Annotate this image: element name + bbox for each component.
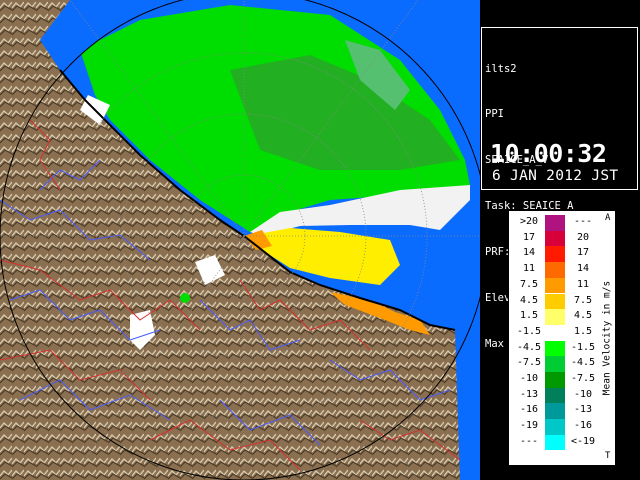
scan-date: 6 JAN 2012 JST bbox=[492, 168, 619, 184]
legend-color-swatch bbox=[545, 387, 565, 404]
legend-upper-bound: 11 bbox=[576, 278, 590, 290]
legend-corner-top: A bbox=[605, 213, 611, 223]
legend-upper-bound: -16 bbox=[573, 420, 593, 432]
radar-ppi-map bbox=[0, 0, 480, 480]
legend-lower-bound: -1.5 bbox=[516, 325, 542, 337]
legend-color-swatch bbox=[545, 340, 565, 357]
legend-upper-bound: 4.5 bbox=[573, 310, 593, 322]
legend-lower-bound: 17 bbox=[522, 231, 536, 243]
radar-display: ilts2 PPI SEAICE_A_V Task: SEAICE_A PRF:… bbox=[0, 0, 640, 480]
legend-color-swatch bbox=[545, 372, 565, 388]
legend-color-swatch bbox=[545, 215, 565, 231]
legend-lower-bound: -19 bbox=[519, 420, 539, 432]
scan-mode: PPI bbox=[485, 108, 504, 121]
legend-color-swatch bbox=[545, 403, 565, 419]
legend-upper-bound: -7.5 bbox=[570, 373, 596, 384]
legend-color-swatch bbox=[545, 356, 565, 372]
legend-upper-bound: -4.5 bbox=[570, 357, 596, 369]
legend-color-swatch bbox=[545, 277, 565, 294]
legend-upper-bound: 7.5 bbox=[573, 294, 593, 306]
legend-upper-bound: 17 bbox=[576, 247, 590, 259]
legend-lower-bound: -13 bbox=[519, 388, 539, 400]
legend-lower-bound: 7.5 bbox=[519, 278, 539, 290]
legend-color-swatch bbox=[545, 246, 565, 262]
legend-color-swatch bbox=[545, 293, 565, 309]
legend-upper-bound: -13 bbox=[573, 404, 593, 416]
legend-color-swatch bbox=[545, 309, 565, 325]
legend-upper-bound: <-19 bbox=[570, 435, 596, 447]
legend-title: Mean Velocity in m/s bbox=[601, 280, 613, 396]
legend-lower-bound: -10 bbox=[519, 373, 539, 384]
legend-upper-bound: 20 bbox=[576, 231, 590, 243]
legend-lower-bound: 1.5 bbox=[519, 310, 539, 322]
legend-upper-bound: -10 bbox=[573, 388, 593, 400]
legend-lower-bound: -16 bbox=[519, 404, 539, 416]
legend-color-swatch bbox=[545, 324, 565, 341]
legend-lower-bound: --- bbox=[519, 435, 539, 447]
legend-lower-bound: 4.5 bbox=[519, 294, 539, 306]
legend-upper-bound: 14 bbox=[576, 263, 590, 275]
legend-upper-bound: --- bbox=[573, 216, 593, 227]
legend-lower-bound: >20 bbox=[519, 216, 539, 227]
legend-color-swatch bbox=[545, 419, 565, 435]
radar-info-panel: ilts2 PPI SEAICE_A_V Task: SEAICE_A PRF:… bbox=[481, 27, 638, 350]
legend-corner-bottom: T bbox=[605, 451, 611, 461]
legend-lower-bound: 11 bbox=[522, 263, 536, 275]
station-name: ilts2 bbox=[485, 62, 517, 75]
legend-lower-bound: -4.5 bbox=[516, 341, 542, 353]
legend-color-swatch bbox=[545, 230, 565, 247]
legend-lower-bound: -7.5 bbox=[516, 357, 542, 369]
legend-color-swatch bbox=[545, 262, 565, 278]
legend-upper-bound: -1.5 bbox=[570, 341, 596, 353]
legend-lower-bound: 14 bbox=[522, 247, 536, 259]
legend-color-swatch bbox=[545, 434, 565, 451]
scan-time: 10:00:32 bbox=[490, 139, 607, 168]
legend-upper-bound: 1.5 bbox=[573, 325, 593, 337]
velocity-legend: >20 --- 17 20 14 17 11 14 7.5 11 4.5 7.5 1.5 4.5 -1.5 1… bbox=[508, 210, 616, 466]
